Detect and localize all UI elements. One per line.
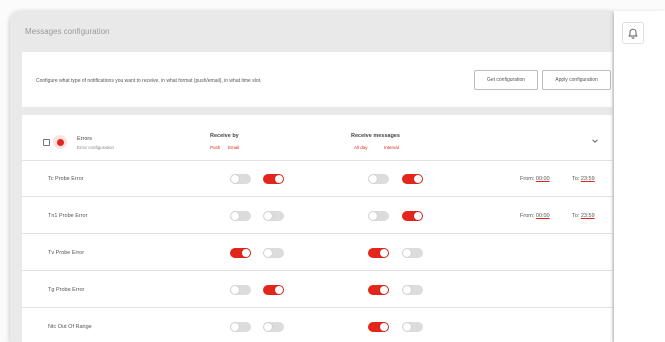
- receive-messages-title: Receive messages: [351, 133, 400, 139]
- message-row: Tv Probe Error: [22, 235, 612, 271]
- toggle-knob: [242, 249, 250, 257]
- row-label: Tn1 Probe Error: [48, 213, 88, 219]
- interval-label: Interval: [384, 145, 399, 150]
- window-title: Messages configuration: [25, 27, 110, 36]
- toggle-knob: [264, 323, 272, 331]
- bell-icon: [628, 28, 638, 39]
- push-toggle[interactable]: [230, 174, 251, 184]
- email-toggle[interactable]: [263, 248, 284, 258]
- toggle-knob: [264, 212, 272, 220]
- toggle-knob: [231, 212, 239, 220]
- all-day-label: All day: [354, 145, 368, 150]
- message-row: Tn1 Probe Error From: 00:00 To: 23:59: [22, 198, 612, 234]
- info-text: Configure what type of notifications you…: [36, 78, 262, 84]
- toggle-knob: [414, 212, 422, 220]
- all-day-toggle[interactable]: [368, 211, 389, 221]
- to-value[interactable]: 23:59: [581, 176, 595, 182]
- toggle-knob: [275, 175, 283, 183]
- push-toggle[interactable]: [230, 248, 251, 258]
- toggle-knob: [380, 323, 388, 331]
- receive-by-title: Receive by: [210, 133, 239, 139]
- to-label: To:: [572, 176, 580, 182]
- notifications-button[interactable]: [622, 22, 644, 44]
- get-configuration-button[interactable]: Get configuration: [474, 70, 538, 90]
- receive-by-email-label: Email: [228, 145, 240, 150]
- push-toggle[interactable]: [230, 285, 251, 295]
- interval-toggle[interactable]: [402, 248, 423, 258]
- toggle-knob: [414, 175, 422, 183]
- error-icon: [53, 135, 67, 149]
- toggle-knob: [264, 249, 272, 257]
- side-panel: [614, 11, 665, 342]
- toggle-knob: [275, 286, 283, 294]
- interval-toggle[interactable]: [402, 285, 423, 295]
- to-label: To:: [572, 213, 580, 219]
- row-label: Tv Probe Error: [48, 250, 85, 256]
- interval-toggle[interactable]: [402, 211, 423, 221]
- toggle-knob: [231, 323, 239, 331]
- info-card: Configure what type of notifications you…: [22, 52, 612, 137]
- row-label: Tc Probe Error: [48, 176, 84, 182]
- email-toggle[interactable]: [263, 285, 284, 295]
- message-row: Tc Probe Error From: 00:00 To: 23:59: [22, 161, 612, 197]
- apply-configuration-button[interactable]: Apply configuration: [542, 70, 611, 90]
- chevron-down-icon[interactable]: [591, 137, 599, 145]
- to-time[interactable]: To: 23:59: [572, 176, 595, 182]
- toggle-knob: [403, 323, 411, 331]
- toggle-knob: [403, 286, 411, 294]
- all-day-toggle[interactable]: [368, 248, 389, 258]
- from-label: From:: [520, 213, 535, 219]
- toggle-knob: [380, 286, 388, 294]
- toggle-knob: [231, 175, 239, 183]
- all-day-toggle[interactable]: [368, 322, 389, 332]
- toggle-knob: [369, 212, 377, 220]
- toggle-knob: [380, 249, 388, 257]
- row-label: Ntc Out Of Range: [48, 324, 92, 330]
- from-time[interactable]: From: 00:00: [520, 176, 550, 182]
- interval-toggle[interactable]: [402, 174, 423, 184]
- interval-toggle[interactable]: [402, 322, 423, 332]
- config-panel: Errors Error configuration Receive by Pu…: [22, 115, 612, 342]
- email-toggle[interactable]: [263, 211, 284, 221]
- toggle-knob: [403, 249, 411, 257]
- all-day-toggle[interactable]: [368, 174, 389, 184]
- receive-by-push-label: Push: [210, 145, 221, 150]
- to-time[interactable]: To: 23:59: [572, 213, 595, 219]
- email-toggle[interactable]: [263, 174, 284, 184]
- from-value[interactable]: 00:00: [536, 213, 550, 219]
- toggle-knob: [369, 175, 377, 183]
- row-label: Tg Probe Error: [48, 287, 85, 293]
- to-value[interactable]: 23:59: [581, 213, 595, 219]
- group-checkbox[interactable]: [43, 139, 50, 146]
- messages-config-window: Messages configuration Configure what ty…: [10, 11, 613, 342]
- group-subtitle: Error configuration: [77, 145, 115, 150]
- message-row: Ntc Out Of Range: [22, 309, 612, 342]
- group-header[interactable]: Errors Error configuration Receive by Pu…: [22, 115, 612, 161]
- email-toggle[interactable]: [263, 322, 284, 332]
- from-label: From:: [520, 176, 535, 182]
- from-value[interactable]: 00:00: [536, 176, 550, 182]
- all-day-toggle[interactable]: [368, 285, 389, 295]
- toggle-knob: [231, 286, 239, 294]
- message-row: Tg Probe Error: [22, 272, 612, 308]
- push-toggle[interactable]: [230, 322, 251, 332]
- group-title: Errors: [77, 136, 92, 142]
- from-time[interactable]: From: 00:00: [520, 213, 550, 219]
- push-toggle[interactable]: [230, 211, 251, 221]
